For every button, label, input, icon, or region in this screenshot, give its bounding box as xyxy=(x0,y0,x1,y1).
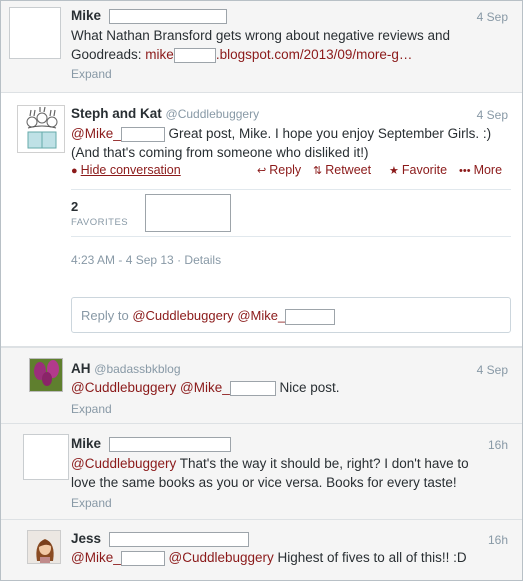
avatar[interactable] xyxy=(17,105,65,153)
tweet-text: What Nathan Bransford gets wrong about n… xyxy=(71,28,450,63)
more-dots-icon: ••• xyxy=(459,165,471,177)
tweet-time[interactable]: 16h xyxy=(488,533,508,547)
mention-link[interactable]: @Mike_ xyxy=(180,380,230,395)
tweet-author[interactable]: Jess xyxy=(71,531,249,547)
redacted-handle xyxy=(108,8,227,24)
tweet-author[interactable]: Mike xyxy=(71,436,231,452)
retweet-icon: ⇅ xyxy=(313,165,323,177)
redacted-handle xyxy=(108,436,231,452)
redacted-handle xyxy=(120,126,165,142)
tweet-text: @Mike_ Great post, Mike. I hope you enjo… xyxy=(71,126,492,160)
redacted-handle xyxy=(229,380,276,396)
avatar[interactable] xyxy=(9,7,61,59)
redacted-link-part xyxy=(173,47,216,63)
expand-link[interactable]: Expand xyxy=(71,402,112,416)
reply-placeholder: Reply to @Cuddlebuggery @Mike_ xyxy=(81,308,336,325)
tweet-handle[interactable]: @badassbkblog xyxy=(94,362,180,376)
tweet-details[interactable]: 4:23 AM - 4 Sep 13 · Details xyxy=(71,253,221,267)
speech-bubble-icon: ● xyxy=(71,165,78,177)
mention-link[interactable]: @Cuddlebuggery xyxy=(71,380,176,395)
retweet-button[interactable]: ⇅ Retweet xyxy=(313,163,371,177)
tweet-time[interactable]: 4 Sep xyxy=(477,108,508,122)
tweet-mike-2[interactable]: Mike 16h @Cuddlebuggery That's the way i… xyxy=(1,424,522,520)
tweet-time[interactable]: 16h xyxy=(488,438,508,452)
hide-conversation-link[interactable]: ● Hide conversation xyxy=(71,163,181,177)
expand-link[interactable]: Expand xyxy=(71,496,112,510)
star-icon: ★ xyxy=(389,165,399,177)
avatar[interactable] xyxy=(29,358,63,392)
redacted-handle xyxy=(120,550,165,566)
reply-input[interactable]: Reply to @Cuddlebuggery @Mike_ xyxy=(71,297,511,333)
avatar[interactable] xyxy=(27,530,61,564)
woman-portrait-icon xyxy=(28,531,60,563)
tweet-ah[interactable]: AH @badassbkblog 4 Sep @Cuddlebuggery @M… xyxy=(1,347,522,424)
tweet-jess[interactable]: Jess 16h @Mike_ @Cuddlebuggery Highest o… xyxy=(1,520,522,580)
tweet-author[interactable]: Mike xyxy=(71,8,227,24)
tweet-text: @Cuddlebuggery That's the way it should … xyxy=(71,456,469,490)
more-button[interactable]: ••• More xyxy=(459,163,502,177)
redacted-handle xyxy=(285,308,336,325)
mention-link[interactable]: @Mike_ xyxy=(71,126,121,141)
reply-icon: ↩ xyxy=(257,165,267,177)
tweet-link[interactable]: mike .blogspot.com/2013/09/more-g… xyxy=(145,47,412,63)
book-bunnies-icon xyxy=(26,106,58,149)
avatar[interactable] xyxy=(23,434,69,480)
tweet-text: @Mike_ @Cuddlebuggery Highest of fives t… xyxy=(71,550,467,566)
tweet-text: @Cuddlebuggery @Mike_ Nice post. xyxy=(71,380,340,396)
favorite-button[interactable]: ★ Favorite xyxy=(389,163,447,177)
reply-button[interactable]: ↩ Reply xyxy=(257,163,301,177)
tweet-time[interactable]: 4 Sep xyxy=(477,363,508,377)
tweet-time[interactable]: 4 Sep xyxy=(477,10,508,24)
favorites-label: FAVORITES xyxy=(71,217,129,228)
tweet-author[interactable]: Steph and Kat @Cuddlebuggery xyxy=(71,106,259,121)
redacted-favoriter-avatars xyxy=(145,194,231,232)
mention-link[interactable]: @Cuddlebuggery xyxy=(168,550,273,565)
tweet-mike-1[interactable]: Mike 4 Sep What Nathan Bransford gets wr… xyxy=(1,1,522,93)
tulips-icon xyxy=(30,359,62,391)
tweet-stats: 2 FAVORITES xyxy=(71,189,511,237)
tweet-actions: ● Hide conversation ↩ Reply ⇅ Retweet ★ Favo… xyxy=(71,163,511,179)
mention-link[interactable]: @Mike_ xyxy=(71,550,121,565)
tweet-handle[interactable]: @Cuddlebuggery xyxy=(166,107,260,121)
mention-link[interactable]: @Cuddlebuggery xyxy=(71,456,176,471)
tweet-author[interactable]: AH @badassbkblog xyxy=(71,361,181,376)
twitter-conversation: Mike 4 Sep What Nathan Bransford gets wr… xyxy=(0,0,523,581)
expand-link[interactable]: Expand xyxy=(71,67,112,81)
favorites-count[interactable]: 2 xyxy=(71,199,78,214)
redacted-handle xyxy=(108,531,249,547)
